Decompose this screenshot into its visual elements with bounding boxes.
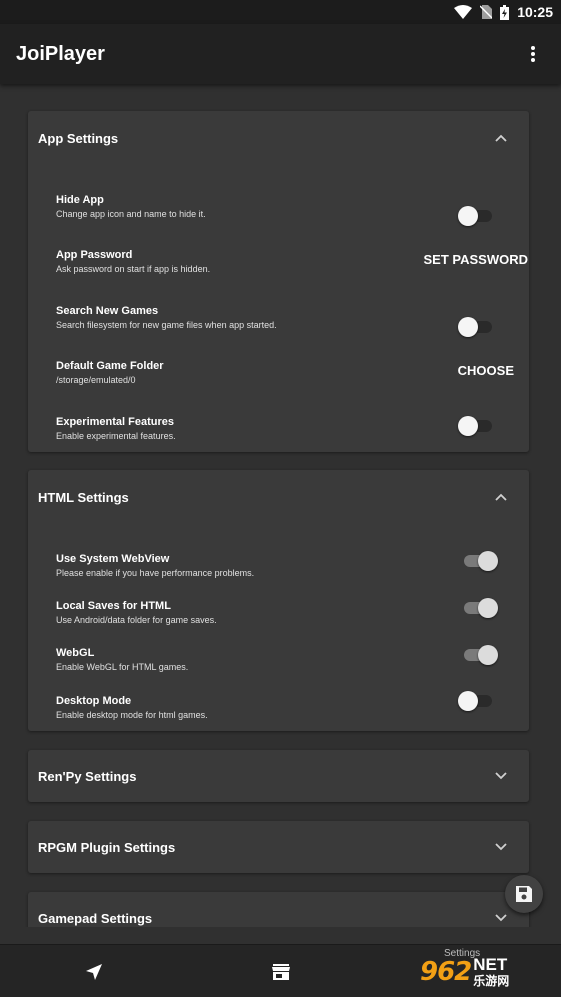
choose-folder-button[interactable]: CHOOSE	[458, 363, 514, 378]
section-title: App Settings	[38, 130, 119, 146]
local-saves-toggle[interactable]	[462, 598, 498, 618]
system-webview-toggle[interactable]	[462, 551, 498, 571]
setting-webgl: WebGL Enable WebGL for HTML games.	[56, 645, 506, 683]
watermark-text: NET 乐游网	[473, 954, 510, 988]
nav-item-store[interactable]	[187, 945, 374, 997]
more-vert-icon[interactable]	[521, 42, 545, 66]
app-title: JoiPlayer	[16, 42, 105, 65]
setting-subtitle: Ask password on start if app is hidden.	[56, 264, 211, 274]
section-title: RPGM Plugin Settings	[38, 839, 176, 855]
search-new-games-toggle[interactable]	[458, 317, 494, 337]
renpy-settings-card[interactable]: Ren'Py Settings	[28, 750, 529, 802]
setting-title: Experimental Features	[56, 416, 174, 428]
setting-subtitle: Search filesystem for new game files whe…	[56, 320, 277, 330]
section-title: HTML Settings	[38, 489, 129, 505]
setting-title: Local Saves for HTML	[56, 600, 171, 612]
save-icon	[516, 886, 532, 902]
experimental-features-toggle[interactable]	[458, 416, 494, 436]
setting-title: App Password	[56, 249, 133, 261]
section-title: Ren'Py Settings	[38, 768, 137, 784]
app-bar: JoiPlayer	[0, 24, 561, 84]
setting-search-new-games: Search New Games Search filesystem for n…	[56, 305, 506, 341]
nav-item-browse[interactable]	[0, 945, 187, 997]
desktop-mode-toggle[interactable]	[458, 691, 494, 711]
status-time: 10:25	[517, 4, 553, 20]
watermark-net: NET	[473, 954, 508, 974]
rpgm-settings-header[interactable]: RPGM Plugin Settings	[28, 821, 529, 873]
setting-title: Default Game Folder	[56, 360, 164, 372]
renpy-settings-header[interactable]: Ren'Py Settings	[28, 750, 529, 802]
setting-subtitle: Change app icon and name to hide it.	[56, 209, 206, 219]
setting-subtitle: Enable WebGL for HTML games.	[56, 662, 189, 672]
status-bar: 10:25	[0, 0, 561, 24]
settings-list[interactable]: App Settings Hide App Change app icon an…	[0, 84, 561, 927]
section-title: Gamepad Settings	[38, 910, 153, 926]
setting-subtitle: Enable desktop mode for html games.	[56, 710, 208, 720]
set-password-button[interactable]: SET PASSWORD	[424, 252, 529, 267]
setting-title: Hide App	[56, 194, 104, 206]
setting-title: Search New Games	[56, 305, 159, 317]
setting-title: WebGL	[56, 647, 95, 659]
app-settings-header[interactable]: App Settings	[28, 111, 529, 165]
setting-title: Use System WebView	[56, 553, 170, 565]
wifi-icon	[454, 5, 473, 19]
save-button[interactable]	[505, 875, 543, 913]
setting-use-system-webview: Use System WebView Please enable if you …	[56, 551, 506, 589]
setting-subtitle: Enable experimental features.	[56, 431, 176, 441]
app-settings-card: App Settings Hide App Change app icon an…	[28, 111, 529, 452]
setting-title: Desktop Mode	[56, 695, 132, 707]
navigation-arrow-icon	[85, 963, 102, 980]
rpgm-settings-card[interactable]: RPGM Plugin Settings	[28, 821, 529, 873]
store-icon	[271, 963, 290, 980]
setting-hide-app: Hide App Change app icon and name to hid…	[56, 194, 506, 230]
setting-desktop-mode: Desktop Mode Enable desktop mode for htm…	[56, 691, 506, 731]
chevron-down-icon	[495, 914, 507, 922]
gamepad-settings-card[interactable]: Gamepad Settings	[28, 892, 529, 927]
no-sim-icon	[480, 5, 493, 19]
chevron-down-icon	[495, 772, 507, 780]
watermark-cn: 乐游网	[473, 973, 510, 988]
chevron-up-icon	[495, 134, 507, 142]
webgl-toggle[interactable]	[462, 645, 498, 665]
setting-subtitle: Use Android/data folder for game saves.	[56, 615, 217, 625]
chevron-up-icon	[495, 493, 507, 501]
watermark: 962 NET 乐游网	[420, 946, 561, 997]
battery-charging-icon	[500, 4, 510, 20]
setting-subtitle: /storage/emulated/0	[56, 375, 136, 385]
setting-default-game-folder: Default Game Folder /storage/emulated/0 …	[56, 360, 514, 396]
setting-app-password: App Password Ask password on start if ap…	[56, 249, 528, 285]
gamepad-settings-header[interactable]: Gamepad Settings	[28, 892, 529, 927]
setting-experimental-features: Experimental Features Enable experimenta…	[56, 416, 506, 452]
chevron-down-icon	[495, 843, 507, 851]
setting-local-saves-html: Local Saves for HTML Use Android/data fo…	[56, 598, 506, 636]
html-settings-header[interactable]: HTML Settings	[28, 470, 529, 524]
hide-app-toggle[interactable]	[458, 206, 494, 226]
watermark-logo: 962	[420, 956, 472, 987]
setting-subtitle: Please enable if you have performance pr…	[56, 568, 255, 578]
html-settings-card: HTML Settings Use System WebView Please …	[28, 470, 529, 731]
